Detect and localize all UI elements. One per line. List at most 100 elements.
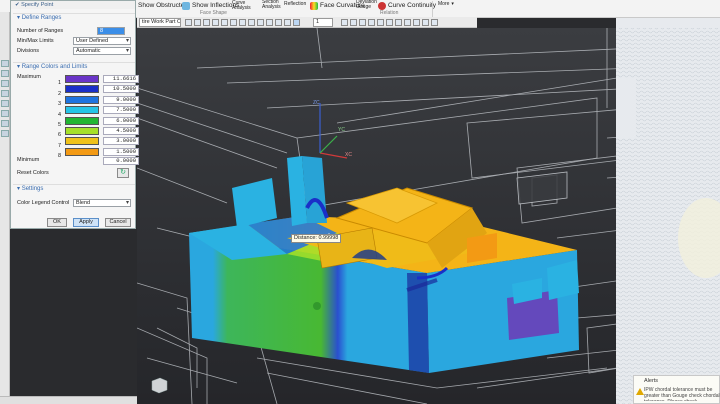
chevron-down-icon: ▾ <box>17 186 21 192</box>
range-limit-field[interactable]: 7.5000 <box>103 106 139 115</box>
range-index-label: 4 <box>57 111 61 118</box>
curve-analysis-button[interactable]: Curve Analysis <box>232 0 256 10</box>
min-max-limits-select[interactable]: User Defined <box>73 37 131 45</box>
range-color-swatch[interactable] <box>65 116 99 125</box>
wcs-icon[interactable] <box>350 19 357 26</box>
range-index-label: 1 <box>57 80 61 87</box>
show-inflections-button[interactable]: Show Inflections <box>182 1 239 10</box>
range-color-swatch[interactable] <box>65 147 99 156</box>
range-colors-section[interactable]: ▾ Range Colors and Limits <box>13 62 135 71</box>
range-limit-field[interactable]: 9.0000 <box>103 95 139 104</box>
right-panel <box>616 18 720 404</box>
define-ranges-section[interactable]: ▾ Define Ranges <box>13 13 135 22</box>
measure-icon[interactable] <box>386 19 393 26</box>
number-of-ranges-label: Number of Ranges <box>17 28 64 34</box>
app-window: ✔ Specify Point Show Obstructed Show Inf… <box>0 0 720 404</box>
fit-icon[interactable] <box>275 19 282 26</box>
range-limit-field[interactable]: 11.6616 <box>103 75 139 83</box>
clip-icon[interactable] <box>431 19 438 26</box>
orient-icon[interactable] <box>284 19 291 26</box>
render-icon[interactable] <box>293 19 300 26</box>
range-color-swatch[interactable] <box>65 85 99 94</box>
section-icon[interactable] <box>422 19 429 26</box>
range-limit-field[interactable]: 0.0000 <box>103 157 139 165</box>
divisions-select[interactable]: Automatic <box>73 47 131 55</box>
face-shape-group-label: Face Shape <box>200 10 227 16</box>
navigator-tab[interactable] <box>1 60 9 67</box>
curve-continuity-button[interactable]: Curve Continuity <box>378 1 436 10</box>
body-icon[interactable] <box>239 19 246 26</box>
face-curvature-dialog: ✔ Specify Point ▾ Define Ranges Number o… <box>10 0 139 229</box>
range-color-swatch[interactable] <box>65 106 99 115</box>
range-color-swatch[interactable] <box>65 137 99 146</box>
more-button[interactable]: More ▾ <box>438 0 454 9</box>
chevron-down-icon: ▾ <box>451 1 454 7</box>
move-icon[interactable] <box>368 19 375 26</box>
display-icon[interactable] <box>413 19 420 26</box>
xc-axis-label: XC <box>345 152 352 158</box>
status-bar <box>0 396 137 404</box>
settings-section[interactable]: ▾ Settings <box>13 184 135 193</box>
resource-bar <box>0 12 10 404</box>
graphics-viewport[interactable]: ZC YC XC Distance: 0.99998 <box>136 27 638 404</box>
section-analysis-button[interactable]: Section Analysis <box>262 0 286 9</box>
roles-tab[interactable] <box>1 120 9 127</box>
reuse-tab[interactable] <box>1 90 9 97</box>
show-obstructed-button[interactable]: Show Obstructed <box>138 1 188 10</box>
rotate-icon[interactable] <box>377 19 384 26</box>
model-canvas: ZC YC XC <box>136 27 638 404</box>
range-color-swatch[interactable] <box>65 95 99 104</box>
ribbon-separator <box>432 1 433 17</box>
color-legend-control-select[interactable]: Blend <box>73 199 131 207</box>
warning-icon <box>636 388 644 395</box>
edge-icon[interactable] <box>221 19 228 26</box>
range-color-swatch[interactable] <box>65 127 99 135</box>
reflection-button[interactable]: Reflection <box>284 0 306 9</box>
point-icon[interactable] <box>212 19 219 26</box>
distance-tooltip: Distance: 0.99998 <box>291 234 342 243</box>
constraint-tab[interactable] <box>1 80 9 87</box>
reset-colors-button[interactable]: ↻ <box>117 168 129 178</box>
deviation-gauge-button[interactable]: Deviation Gauge <box>356 0 378 9</box>
view-cube-icon[interactable] <box>151 377 168 394</box>
sketch-icon[interactable] <box>257 19 264 26</box>
range-index-label: 5 <box>57 122 61 128</box>
work-part-filter-select[interactable]: tire Work Part O <box>139 18 181 27</box>
ok-button[interactable]: OK <box>47 218 67 227</box>
range-limit-field[interactable]: 3.0000 <box>103 137 139 146</box>
analysis-icon[interactable] <box>404 19 411 26</box>
curve-icon[interactable] <box>248 19 255 26</box>
selection-toolbar: tire Work Part O 1 <box>137 17 477 28</box>
snap-icon[interactable] <box>203 19 210 26</box>
range-limit-field[interactable]: 1.5000 <box>103 147 139 156</box>
range-index-label: 3 <box>57 101 61 108</box>
cancel-button[interactable]: Cancel <box>105 218 131 227</box>
history-tab[interactable] <box>1 100 9 107</box>
alert-panel[interactable]: Alerts IPW chordal tolerance must be gre… <box>633 375 720 404</box>
grid-icon[interactable] <box>341 19 348 26</box>
number-of-ranges-field[interactable]: 8 <box>97 27 125 35</box>
inflection-icon <box>182 1 190 10</box>
range-limit-field[interactable]: 10.5000 <box>103 85 139 94</box>
select-all-icon[interactable] <box>194 19 201 26</box>
assembly-tab[interactable] <box>1 70 9 77</box>
view-icon[interactable] <box>266 19 273 26</box>
wave-pattern <box>616 28 720 404</box>
specify-point-row[interactable]: ✔ Specify Point <box>15 2 53 8</box>
alert-message: IPW chordal tolerance must be greater th… <box>644 387 720 401</box>
info-icon[interactable] <box>395 19 402 26</box>
range-limit-field[interactable]: 4.5000 <box>103 127 139 135</box>
minimum-label: Minimum <box>17 157 40 163</box>
web-tab[interactable] <box>1 110 9 117</box>
face-icon[interactable] <box>230 19 237 26</box>
system-tab[interactable] <box>1 130 9 137</box>
range-color-swatch[interactable] <box>65 75 99 83</box>
filter-icon[interactable] <box>185 19 192 26</box>
continuity-icon <box>378 1 386 10</box>
apply-button[interactable]: Apply <box>73 218 99 227</box>
yc-axis-label: YC <box>338 127 345 133</box>
dialog-header: ✔ Specify Point <box>11 1 135 9</box>
layer-settings-icon[interactable] <box>359 19 366 26</box>
range-limit-field[interactable]: 6.0000 <box>103 116 139 125</box>
layer-select[interactable]: 1 <box>313 18 333 27</box>
